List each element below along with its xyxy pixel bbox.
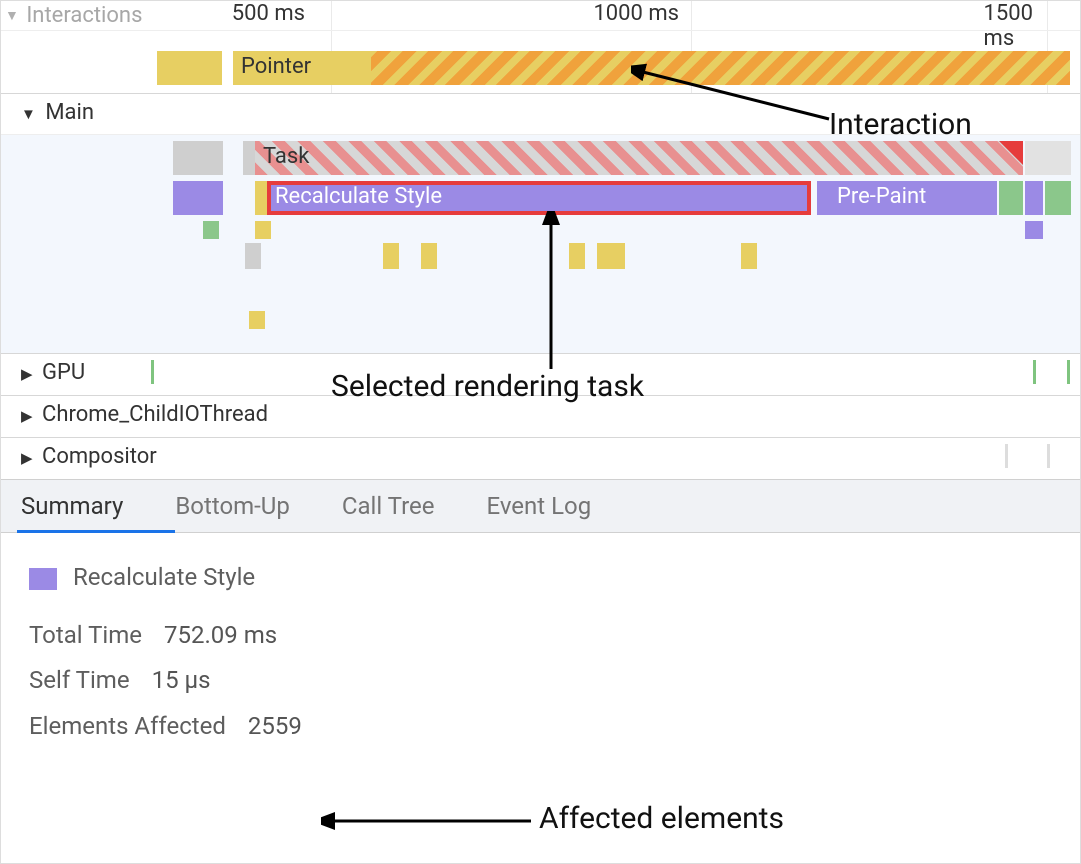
summary-self-time-val: 15 µs xyxy=(152,658,211,704)
gpu-activity-bar[interactable] xyxy=(151,360,154,384)
scripting-block[interactable] xyxy=(741,243,757,269)
chevron-down-icon: ▼ xyxy=(5,7,19,24)
summary-title: Recalculate Style xyxy=(73,563,255,591)
summary-elements-val: 2559 xyxy=(248,704,302,750)
interactions-ruler: ▼ Interactions 500 ms 1000 ms 1500 ms xyxy=(1,1,1080,31)
compositor-activity-bar[interactable] xyxy=(1005,444,1008,468)
task-block[interactable] xyxy=(1025,141,1071,175)
recalculate-style-label: Recalculate Style xyxy=(275,184,442,209)
interactions-track: Pointer xyxy=(1,31,1080,93)
gpu-activity-bar[interactable] xyxy=(1033,360,1036,384)
task-block[interactable] xyxy=(173,141,223,175)
rendering-block[interactable] xyxy=(1025,221,1043,239)
compositor-activity-bar[interactable] xyxy=(1047,444,1050,468)
interaction-block-pointer[interactable]: Pointer xyxy=(233,51,371,85)
paint-block[interactable] xyxy=(999,181,1023,215)
interaction-block-lead[interactable] xyxy=(157,51,222,85)
task-label: Task xyxy=(263,144,309,169)
summary-self-time-key: Self Time xyxy=(29,658,130,704)
chevron-right-icon: ▶ xyxy=(21,449,33,467)
gpu-thread-label: GPU xyxy=(42,360,85,385)
tab-call-tree[interactable]: Call Tree xyxy=(342,492,435,520)
ruler-tick: 1000 ms xyxy=(593,1,679,26)
childio-thread-header[interactable]: ▶ Chrome_ChildIOThread xyxy=(1,395,1080,437)
scripting-block[interactable] xyxy=(421,243,437,269)
childio-thread-label: Chrome_ChildIOThread xyxy=(42,402,268,427)
chevron-down-icon: ▼ xyxy=(21,105,36,123)
summary-total-time-val: 752.09 ms xyxy=(164,613,277,659)
rendering-block[interactable] xyxy=(173,181,223,215)
scripting-block[interactable] xyxy=(249,311,265,329)
main-flame-chart: Task Recalculate Style Pre-Paint xyxy=(1,135,1080,353)
compositor-thread-label: Compositor xyxy=(42,444,157,469)
annotation-arrow-icon xyxy=(321,806,541,836)
tab-event-log[interactable]: Event Log xyxy=(486,492,591,520)
annotation-affected: Affected elements xyxy=(539,801,784,836)
interaction-pointer-label: Pointer xyxy=(241,54,311,79)
ruler-tick: 500 ms xyxy=(232,1,305,26)
gpu-activity-bar[interactable] xyxy=(1067,360,1070,384)
recalculate-style-block[interactable]: Recalculate Style xyxy=(267,181,811,215)
prepaint-block[interactable]: Pre-Paint xyxy=(829,181,997,215)
long-task-warning-icon xyxy=(999,141,1023,165)
interactions-section-label[interactable]: ▼ Interactions xyxy=(5,3,142,28)
task-block[interactable] xyxy=(245,243,261,269)
scripting-block[interactable] xyxy=(569,243,585,269)
tab-summary[interactable]: Summary xyxy=(21,492,123,520)
rendering-color-swatch xyxy=(29,568,57,590)
tab-active-indicator xyxy=(17,530,175,533)
prepaint-label: Pre-Paint xyxy=(837,184,926,209)
main-thread-label: Main xyxy=(45,100,94,125)
chevron-right-icon: ▶ xyxy=(21,407,33,425)
details-tabs: Summary Bottom-Up Call Tree Event Log xyxy=(1,479,1080,533)
main-thread-header[interactable]: ▼ Main xyxy=(1,93,1080,135)
summary-total-time-key: Total Time xyxy=(29,613,142,659)
chevron-right-icon: ▶ xyxy=(21,365,33,383)
scripting-block[interactable] xyxy=(255,221,271,239)
compositor-thread-header[interactable]: ▶ Compositor xyxy=(1,437,1080,479)
long-task-block[interactable]: Task xyxy=(255,141,1023,175)
summary-panel: Recalculate Style Total Time 752.09 ms S… xyxy=(1,533,1080,771)
rendering-block[interactable] xyxy=(1025,181,1043,215)
paint-block[interactable] xyxy=(1045,181,1071,215)
tab-bottom-up[interactable]: Bottom-Up xyxy=(175,492,290,520)
gpu-thread-header[interactable]: ▶ GPU xyxy=(1,353,1080,395)
scripting-block[interactable] xyxy=(383,243,399,269)
scripting-block[interactable] xyxy=(609,243,625,269)
summary-elements-key: Elements Affected xyxy=(29,704,226,750)
interaction-block-processing[interactable] xyxy=(371,51,1070,85)
paint-block[interactable] xyxy=(203,221,219,239)
interactions-section-text: Interactions xyxy=(26,3,142,28)
